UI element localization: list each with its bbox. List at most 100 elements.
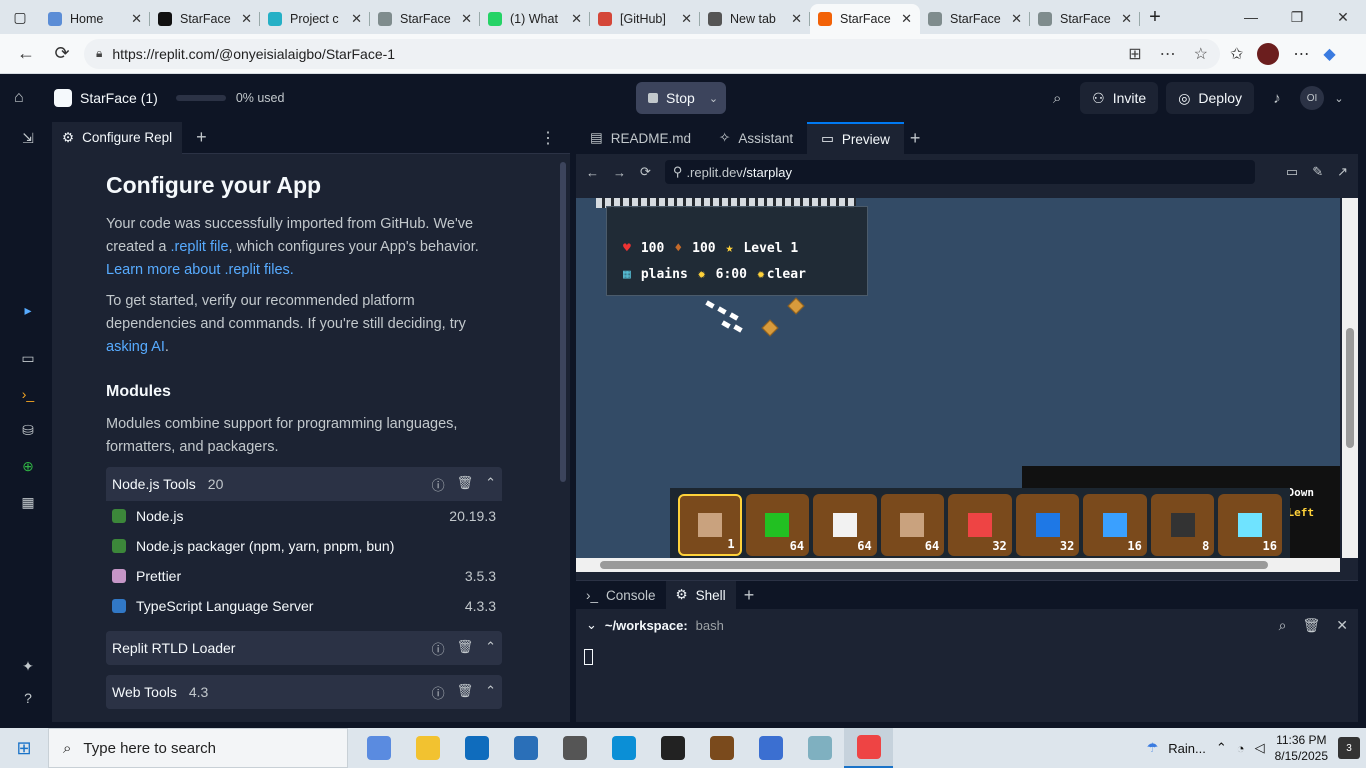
devtools-icon[interactable]: ✎ xyxy=(1312,164,1323,180)
taskbar-app-icon[interactable] xyxy=(550,728,599,768)
taskbar-app-icon[interactable] xyxy=(452,728,501,768)
preview-url-field[interactable]: ⚲ .replit.dev/starplay xyxy=(664,160,1255,184)
forward-icon[interactable]: → xyxy=(613,165,626,180)
tab-assistant[interactable]: ✧ Assistant xyxy=(705,122,807,154)
browser-tab[interactable]: StarFace ✕ xyxy=(1030,4,1140,34)
taskbar-app-icon[interactable] xyxy=(844,728,893,768)
more-menu-icon[interactable]: ⋯ xyxy=(1293,44,1309,64)
taskbar-app-icon[interactable] xyxy=(354,728,403,768)
trash-icon[interactable]: 🗑︎ xyxy=(457,475,474,494)
console-icon[interactable]: ›_ xyxy=(18,386,38,406)
tab-actions-icon[interactable]: ▢ xyxy=(0,0,40,34)
browser-tab[interactable]: StarFace ✕ xyxy=(150,4,260,34)
close-tab-icon[interactable]: ✕ xyxy=(351,11,362,27)
chevron-up-icon[interactable]: ⌃ xyxy=(485,683,496,702)
close-tab-icon[interactable]: ✕ xyxy=(791,11,802,27)
profile-avatar[interactable] xyxy=(1257,42,1280,65)
search-icon[interactable]: ⌕ xyxy=(1279,617,1287,634)
lock-icon[interactable]: 🔒︎ xyxy=(96,46,102,61)
sidebar-toggle-icon[interactable]: ⇲ xyxy=(18,130,38,150)
close-icon[interactable]: ✕ xyxy=(1336,617,1348,634)
taskbar-app-icon[interactable] xyxy=(795,728,844,768)
favorites-icon[interactable]: ✩ xyxy=(1230,44,1243,64)
taskbar-search[interactable]: ⌕ Type here to search xyxy=(48,728,348,768)
hotbar-slot[interactable]: 1 xyxy=(678,494,742,556)
browser-tab[interactable]: StarFace ✕ xyxy=(370,4,480,34)
close-tab-icon[interactable]: ✕ xyxy=(131,11,142,27)
browser-tab[interactable]: [GitHub] ✕ xyxy=(590,4,700,34)
volume-icon[interactable]: ◁ xyxy=(1255,740,1265,756)
browser-tab[interactable]: StarFace ✕ xyxy=(920,4,1030,34)
home-icon[interactable]: ⌂ xyxy=(14,89,42,107)
chevron-down-icon[interactable]: ⌄ xyxy=(709,92,718,105)
invite-button[interactable]: ⚇ Invite xyxy=(1080,82,1159,114)
bell-icon[interactable]: ♪ xyxy=(1262,90,1292,107)
new-tab-button[interactable]: + xyxy=(1140,6,1170,29)
hotbar-slot[interactable]: 16 xyxy=(1218,494,1282,556)
learn-more-link[interactable]: Learn more about .replit files. xyxy=(106,262,294,278)
info-icon[interactable]: ⓘ xyxy=(432,683,445,702)
hotbar-slot[interactable]: 8 xyxy=(1150,494,1215,556)
copilot-icon[interactable]: ◆ xyxy=(1323,44,1335,64)
chevron-down-icon[interactable]: ⌄ xyxy=(586,617,597,633)
close-tab-icon[interactable]: ✕ xyxy=(901,11,912,27)
close-tab-icon[interactable]: ✕ xyxy=(1011,11,1022,27)
close-tab-icon[interactable]: ✕ xyxy=(1121,11,1132,27)
kebab-menu-icon[interactable]: ⋮ xyxy=(540,128,556,148)
close-window-icon[interactable]: ✕ xyxy=(1320,9,1366,26)
scroll-thumb[interactable] xyxy=(600,561,1268,569)
reading-mode-icon[interactable]: ⋯ xyxy=(1160,44,1176,64)
deploy-button[interactable]: ◎ Deploy xyxy=(1166,82,1254,114)
all-tools-icon[interactable]: ▦ xyxy=(18,494,38,514)
hotbar-slot[interactable]: 64 xyxy=(745,494,810,556)
minimize-icon[interactable]: — xyxy=(1228,9,1274,26)
chevron-up-icon[interactable]: ⌃ xyxy=(1216,740,1227,756)
taskbar-app-icon[interactable] xyxy=(746,728,795,768)
chevron-up-icon[interactable]: ⌃ xyxy=(485,639,496,658)
scrollbar[interactable] xyxy=(560,162,566,482)
taskbar-app-icon[interactable] xyxy=(599,728,648,768)
search-icon[interactable]: ⌕ xyxy=(1042,90,1072,107)
browser-tab[interactable]: Project c ✕ xyxy=(260,4,370,34)
info-icon[interactable]: ⓘ xyxy=(432,639,445,658)
project-name[interactable]: StarFace (1) xyxy=(80,90,158,106)
database-icon[interactable]: ⛁ xyxy=(18,422,38,442)
game-canvas[interactable]: ♥ 100 ♦ 100 ★ Level 1 ▦ plains ✹ 6:00 ✹ … xyxy=(576,198,1340,558)
new-tab-icon[interactable]: + xyxy=(196,127,207,148)
clock[interactable]: 11:36 PM 8/15/2025 xyxy=(1275,732,1328,764)
weather-icon[interactable]: ☂ xyxy=(1147,740,1159,756)
taskbar-app-icon[interactable] xyxy=(697,728,746,768)
windows-start-icon[interactable]: ⊞ xyxy=(0,738,48,759)
browser-tab[interactable]: New tab ✕ xyxy=(700,4,810,34)
back-icon[interactable]: ← xyxy=(586,165,599,180)
scroll-thumb[interactable] xyxy=(1346,328,1354,448)
horizontal-scrollbar[interactable] xyxy=(576,558,1340,572)
avatar[interactable]: OI xyxy=(1300,86,1324,110)
maximize-icon[interactable]: ❐ xyxy=(1274,9,1320,26)
trash-icon[interactable]: 🗑︎ xyxy=(1302,617,1320,634)
run-icon[interactable]: ▸ xyxy=(18,302,38,322)
close-tab-icon[interactable]: ✕ xyxy=(571,11,582,27)
terminal-cursor[interactable] xyxy=(584,649,593,665)
stop-button[interactable]: Stop ⌄ xyxy=(636,82,726,114)
tab-console[interactable]: ›_ Console xyxy=(576,581,666,609)
vertical-scrollbar[interactable] xyxy=(1342,198,1358,558)
close-tab-icon[interactable]: ✕ xyxy=(241,11,252,27)
info-icon[interactable]: ⓘ xyxy=(432,475,445,494)
devices-icon[interactable]: ▭ xyxy=(1286,164,1298,180)
browser-tab[interactable]: Home ✕ xyxy=(40,4,150,34)
hotbar-slot[interactable]: 64 xyxy=(880,494,945,556)
browser-tab[interactable]: StarFace ✕ xyxy=(810,4,920,34)
module-header[interactable]: Web Tools 4.3 ⓘ 🗑︎ ⌃ xyxy=(106,675,502,709)
trash-icon[interactable]: 🗑︎ xyxy=(457,639,474,658)
taskbar-app-icon[interactable] xyxy=(648,728,697,768)
url-field[interactable]: 🔒︎ https://replit.com/@onyeisialaigbo/St… xyxy=(84,38,1220,69)
module-header[interactable]: Node.js Tools 20 ⓘ 🗑︎ ⌃ xyxy=(106,467,502,501)
close-tab-icon[interactable]: ✕ xyxy=(681,11,692,27)
deployments-icon[interactable]: ⊕ xyxy=(18,458,38,478)
hotbar-slot[interactable]: 16 xyxy=(1083,494,1147,556)
chevron-down-icon[interactable]: ⌄ xyxy=(1332,92,1346,105)
help-icon[interactable]: ? xyxy=(18,690,38,710)
network-icon[interactable]: ◔ xyxy=(1237,741,1245,756)
preview-icon[interactable]: ▭ xyxy=(18,350,38,370)
